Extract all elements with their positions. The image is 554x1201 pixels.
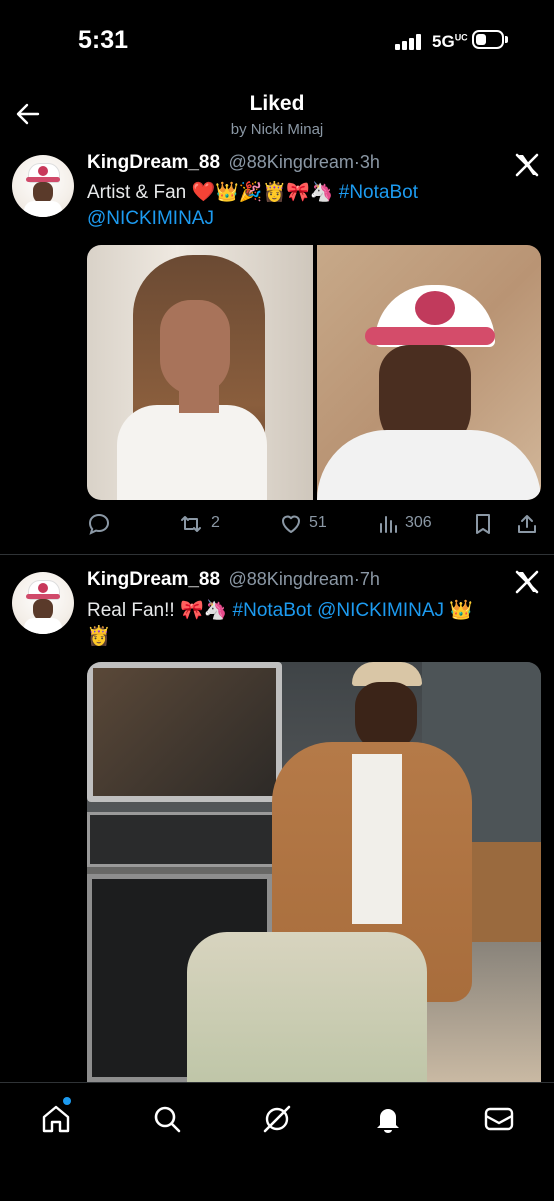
avatar[interactable] bbox=[12, 572, 74, 634]
bookmark-icon[interactable] bbox=[471, 512, 495, 536]
tweet-text: Artist & Fan ❤️👑🎉👸🎀🦄 #NotaBot @NICKIMINA… bbox=[87, 182, 418, 229]
views-icon[interactable] bbox=[377, 512, 401, 536]
tweet-divider bbox=[0, 554, 554, 555]
messages-icon[interactable] bbox=[483, 1103, 515, 1135]
tweet-text: Real Fan!! 🎀🦄 #NotaBot @NICKIMINAJ 👑 👸 bbox=[87, 600, 473, 647]
hashtag-link[interactable]: #NotaBot bbox=[233, 600, 312, 621]
page-subtitle: by Nicki Minaj bbox=[230, 121, 324, 138]
tweet-actions: 2 51 306 bbox=[87, 512, 542, 538]
tweet-time: 7h bbox=[359, 569, 380, 589]
bottom-nav bbox=[0, 1082, 554, 1201]
mention-link[interactable]: @NICKIMINAJ bbox=[87, 208, 214, 229]
retweet-icon[interactable] bbox=[179, 512, 203, 536]
like-count: 51 bbox=[309, 514, 327, 531]
tweet-header: KingDream_88 @88Kingdream·3h bbox=[87, 152, 380, 173]
hashtag-link[interactable]: #NotaBot bbox=[339, 182, 418, 203]
home-icon[interactable] bbox=[40, 1103, 72, 1135]
avatar[interactable] bbox=[12, 155, 74, 217]
page-title: Liked bbox=[249, 92, 305, 115]
author-name[interactable]: KingDream_88 bbox=[87, 152, 220, 173]
like-icon[interactable] bbox=[279, 512, 303, 536]
x-logo-icon bbox=[515, 570, 539, 594]
network-indicator: 5GUC bbox=[432, 32, 468, 51]
battery-tip bbox=[505, 36, 508, 43]
retweet-count: 2 bbox=[211, 514, 220, 531]
tweet-image[interactable] bbox=[317, 245, 541, 500]
tweet-time: 3h bbox=[359, 152, 380, 172]
grok-icon[interactable] bbox=[261, 1103, 293, 1135]
x-logo-icon bbox=[515, 153, 539, 177]
status-time: 5:31 bbox=[78, 26, 129, 54]
tweet-image[interactable] bbox=[87, 245, 313, 500]
mention-link[interactable]: @NICKIMINAJ bbox=[317, 600, 444, 621]
tweet-header: KingDream_88 @88Kingdream·7h bbox=[87, 569, 380, 590]
search-icon[interactable] bbox=[151, 1103, 183, 1135]
author-handle[interactable]: @88Kingdream bbox=[229, 569, 354, 589]
share-icon[interactable] bbox=[515, 512, 539, 536]
author-name[interactable]: KingDream_88 bbox=[87, 569, 220, 590]
reply-icon[interactable] bbox=[87, 512, 111, 536]
views-count: 306 bbox=[405, 514, 432, 531]
tweet-image[interactable] bbox=[87, 662, 541, 1082]
author-handle[interactable]: @88Kingdream bbox=[229, 152, 354, 172]
notifications-icon[interactable] bbox=[372, 1103, 404, 1135]
notification-dot bbox=[63, 1097, 71, 1105]
battery-icon bbox=[472, 30, 504, 49]
cellular-signal-icon bbox=[395, 34, 423, 50]
